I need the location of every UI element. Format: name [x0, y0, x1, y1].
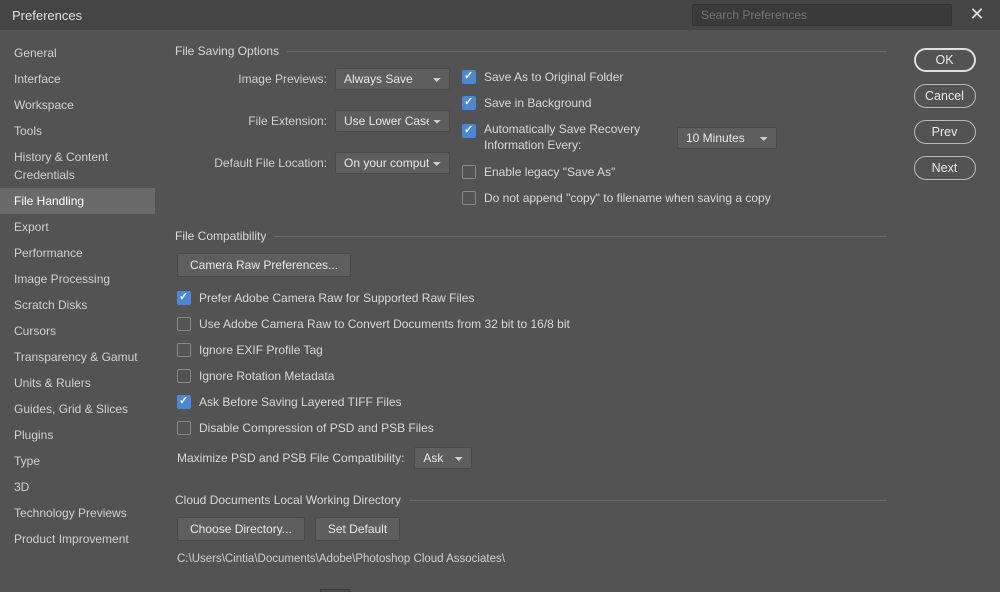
sidebar-item-file-handling[interactable]: File Handling [0, 188, 155, 214]
sidebar-item-transparency-gamut[interactable]: Transparency & Gamut [0, 344, 155, 370]
ask-layered-tiff-checkbox[interactable]: Ask Before Saving Layered TIFF Files [177, 395, 883, 409]
save-as-original-folder-checkbox[interactable]: Save As to Original Folder [462, 70, 777, 84]
cloud-documents-group: Cloud Documents Local Working Directory … [173, 493, 887, 571]
acr-convert-32bit-checkbox[interactable]: Use Adobe Camera Raw to Convert Document… [177, 317, 883, 331]
file-compatibility-group: File Compatibility Camera Raw Preference… [173, 229, 887, 475]
default-file-location-label: Default File Location: [177, 156, 327, 170]
no-copy-suffix-checkbox[interactable]: Do not append "copy" to filename when sa… [462, 191, 777, 205]
file-compatibility-legend: File Compatibility [173, 229, 274, 243]
file-saving-options-legend: File Saving Options [173, 44, 287, 58]
sidebar-item-image-processing[interactable]: Image Processing [0, 266, 155, 292]
sidebar-item-guides-grid-slices[interactable]: Guides, Grid & Slices [0, 396, 155, 422]
sidebar-item-workspace[interactable]: Workspace [0, 92, 155, 118]
preferences-panel: File Saving Options Image Previews: Alwa… [155, 30, 905, 592]
sidebar-item-plugins[interactable]: Plugins [0, 422, 155, 448]
window-title: Preferences [12, 8, 82, 23]
dialog-button-column: OK Cancel Prev Next [905, 30, 1000, 592]
cancel-button[interactable]: Cancel [914, 84, 976, 108]
default-file-location-select[interactable]: On your computer [335, 152, 450, 174]
set-default-button[interactable]: Set Default [315, 517, 400, 541]
sidebar-item-cursors[interactable]: Cursors [0, 318, 155, 344]
disable-compression-checkbox[interactable]: Disable Compression of PSD and PSB Files [177, 421, 883, 435]
sidebar-item-performance[interactable]: Performance [0, 240, 155, 266]
sidebar-item-3d[interactable]: 3D [0, 474, 155, 500]
sidebar-item-units-rulers[interactable]: Units & Rulers [0, 370, 155, 396]
ok-button[interactable]: OK [914, 48, 976, 72]
close-icon[interactable]: ✕ [968, 6, 986, 24]
search-preferences-input[interactable] [692, 4, 952, 26]
auto-save-interval-select[interactable]: 10 Minutes [677, 127, 777, 149]
prev-button[interactable]: Prev [914, 120, 976, 144]
sidebar-item-export[interactable]: Export [0, 214, 155, 240]
cloud-documents-legend: Cloud Documents Local Working Directory [173, 493, 409, 507]
maximize-compat-select[interactable]: Ask [414, 447, 472, 469]
file-extension-select[interactable]: Use Lower Case [335, 110, 450, 132]
preferences-sidebar: GeneralInterfaceWorkspaceToolsHistory & … [0, 30, 155, 592]
camera-raw-preferences-button[interactable]: Camera Raw Preferences... [177, 253, 351, 277]
sidebar-item-tools[interactable]: Tools [0, 118, 155, 144]
auto-save-recovery-checkbox[interactable]: Automatically Save Recovery Information … [462, 122, 669, 153]
image-previews-select[interactable]: Always Save [335, 68, 450, 90]
sidebar-item-interface[interactable]: Interface [0, 66, 155, 92]
file-saving-options-group: File Saving Options Image Previews: Alwa… [173, 44, 887, 211]
image-previews-label: Image Previews: [177, 72, 327, 86]
sidebar-item-product-improvement[interactable]: Product Improvement [0, 526, 155, 552]
titlebar: Preferences ✕ [0, 0, 1000, 30]
cloud-directory-path: C:\Users\Cintia\Documents\Adobe\Photosho… [177, 553, 883, 565]
sidebar-item-scratch-disks[interactable]: Scratch Disks [0, 292, 155, 318]
choose-directory-button[interactable]: Choose Directory... [177, 517, 305, 541]
ignore-rotation-checkbox[interactable]: Ignore Rotation Metadata [177, 369, 883, 383]
ignore-exif-checkbox[interactable]: Ignore EXIF Profile Tag [177, 343, 883, 357]
sidebar-item-type[interactable]: Type [0, 448, 155, 474]
enable-legacy-save-as-checkbox[interactable]: Enable legacy "Save As" [462, 165, 777, 179]
sidebar-item-technology-previews[interactable]: Technology Previews [0, 500, 155, 526]
prefer-acr-checkbox[interactable]: Prefer Adobe Camera Raw for Supported Ra… [177, 291, 883, 305]
save-in-background-checkbox[interactable]: Save in Background [462, 96, 777, 110]
sidebar-item-general[interactable]: General [0, 40, 155, 66]
next-button[interactable]: Next [914, 156, 976, 180]
file-extension-label: File Extension: [177, 114, 327, 128]
maximize-compat-label: Maximize PSD and PSB File Compatibility: [177, 451, 404, 465]
sidebar-item-history-content-credentials[interactable]: History & Content Credentials [0, 144, 155, 188]
